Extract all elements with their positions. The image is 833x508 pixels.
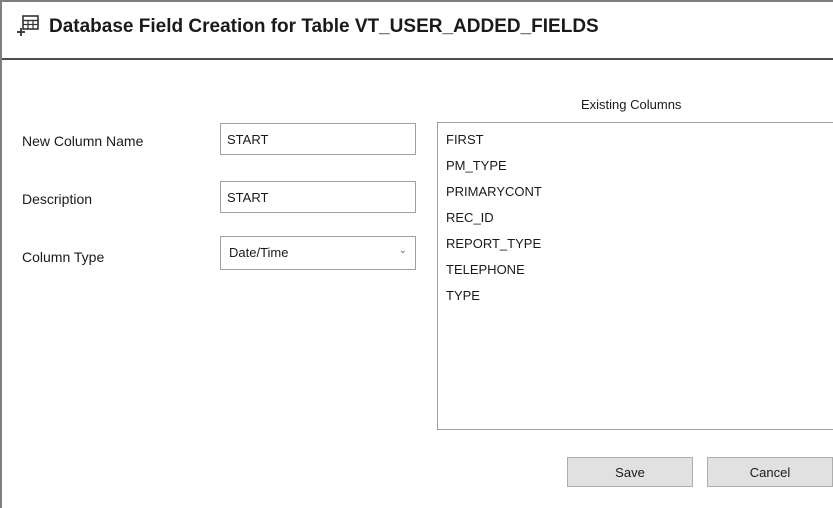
dialog-title: Database Field Creation for Table VT_USE… — [49, 16, 599, 37]
cancel-button[interactable]: Cancel — [707, 457, 833, 487]
column-type-label: Column Type — [22, 249, 105, 265]
list-item[interactable]: PM_TYPE — [446, 158, 507, 173]
existing-columns-list[interactable]: FIRST PM_TYPE PRIMARYCONT REC_ID REPORT_… — [437, 122, 833, 430]
existing-columns-title: Existing Columns — [581, 97, 682, 112]
list-item[interactable]: TYPE — [446, 288, 480, 303]
column-type-value: Date/Time — [229, 245, 289, 260]
description-label: Description — [22, 191, 93, 207]
save-button[interactable]: Save — [567, 457, 693, 487]
description-input[interactable] — [220, 181, 416, 213]
list-item[interactable]: PRIMARYCONT — [446, 184, 542, 199]
list-item[interactable]: REPORT_TYPE — [446, 236, 541, 251]
title-bar: Database Field Creation for Table VT_USE… — [2, 2, 833, 60]
new-column-name-input[interactable] — [220, 123, 416, 155]
list-item[interactable]: REC_ID — [446, 210, 494, 225]
new-column-name-label: New Column Name — [22, 133, 144, 149]
column-type-select[interactable]: Date/Time ⌄ — [220, 236, 416, 270]
chevron-down-icon: ⌄ — [398, 245, 407, 256]
table-add-icon — [16, 12, 42, 38]
list-item[interactable]: FIRST — [446, 132, 484, 147]
list-item[interactable]: TELEPHONE — [446, 262, 525, 277]
dialog-window: Database Field Creation for Table VT_USE… — [0, 0, 833, 508]
